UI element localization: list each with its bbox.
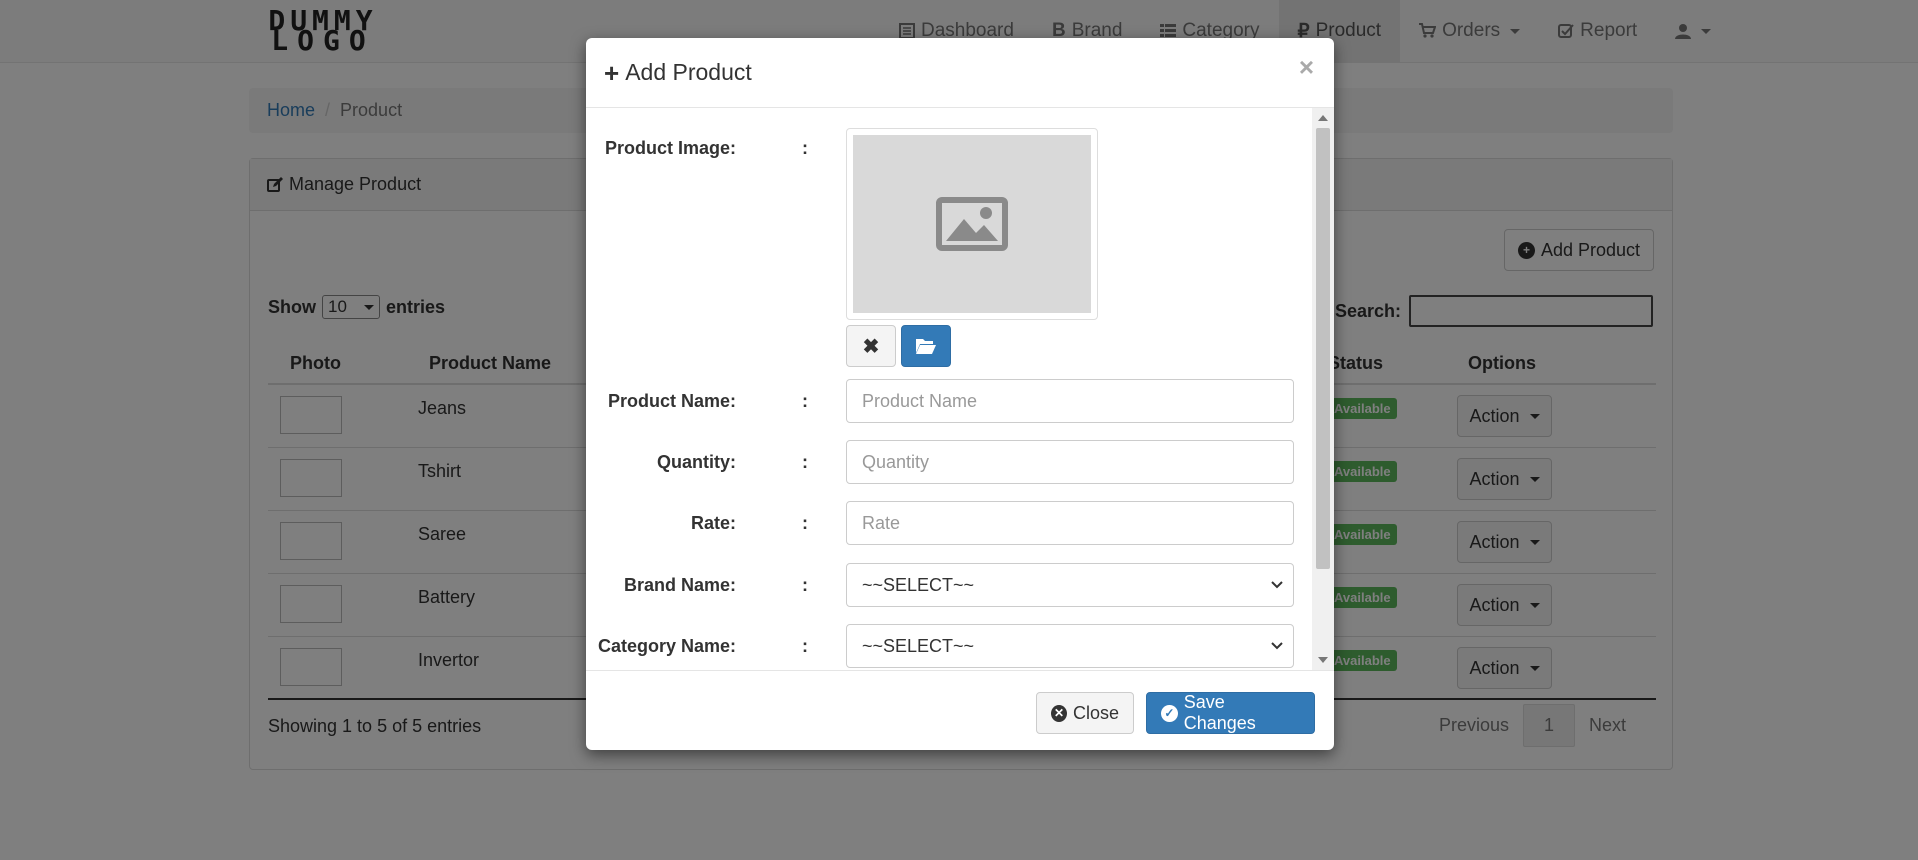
modal-footer: ✕ Close ✓ Save Changes	[586, 670, 1334, 750]
close-button[interactable]: ✕ Close	[1036, 692, 1134, 734]
category-select[interactable]: ~~SELECT~~	[846, 624, 1294, 668]
product-name-label: Product Name:	[607, 391, 736, 411]
product-name-placeholder: Product Name	[862, 390, 978, 411]
add-product-modal: + Add Product × Product Image: : ✖ Produ…	[586, 38, 1334, 750]
modal-title: Add Product	[625, 59, 752, 85]
close-icon: ✖	[862, 335, 880, 358]
plus-icon: +	[604, 57, 620, 88]
product-image-label: Product Image:	[604, 138, 736, 158]
quantity-placeholder: Quantity	[862, 451, 930, 472]
remove-circle-icon: ✕	[1051, 704, 1067, 722]
colon: :	[802, 138, 808, 158]
ok-circle-icon: ✓	[1161, 704, 1178, 722]
remove-image-button[interactable]: ✖	[846, 325, 896, 367]
image-preview	[846, 128, 1098, 320]
scroll-up-icon[interactable]	[1318, 115, 1328, 121]
image-placeholder	[853, 135, 1091, 313]
modal-scrollbar[interactable]	[1312, 108, 1334, 670]
chevron-down-icon	[1271, 581, 1283, 589]
modal-header: + Add Product	[586, 38, 1334, 108]
modal-body: Product Image: : ✖ Product Name: : Produ…	[586, 108, 1334, 670]
save-changes-button[interactable]: ✓ Save Changes	[1146, 692, 1315, 734]
close-button-label: Close	[1072, 702, 1119, 723]
browse-image-button[interactable]	[901, 325, 951, 367]
quantity-label: Quantity:	[657, 452, 736, 472]
category-select-value: ~~SELECT~~	[862, 635, 975, 656]
rate-input[interactable]: Rate	[846, 501, 1294, 545]
colon: :	[802, 513, 808, 533]
brand-name-label: Brand Name:	[623, 575, 736, 595]
save-button-label: Save Changes	[1183, 692, 1256, 733]
colon: :	[802, 575, 808, 595]
close-icon[interactable]: ×	[1299, 52, 1314, 83]
quantity-input[interactable]: Quantity	[846, 440, 1294, 484]
category-name-label: Category Name:	[597, 636, 736, 656]
folder-open-icon	[916, 339, 936, 354]
rate-label: Rate:	[690, 513, 736, 533]
colon: :	[802, 391, 808, 411]
colon: :	[802, 636, 808, 656]
rate-placeholder: Rate	[862, 512, 901, 533]
scroll-down-icon[interactable]	[1318, 657, 1328, 663]
image-icon	[936, 197, 1008, 251]
product-name-input[interactable]: Product Name	[846, 379, 1294, 423]
brand-select[interactable]: ~~SELECT~~	[846, 563, 1294, 607]
chevron-down-icon	[1271, 642, 1283, 650]
brand-select-value: ~~SELECT~~	[862, 574, 975, 595]
scrollbar-thumb[interactable]	[1316, 128, 1330, 569]
colon: :	[802, 452, 808, 472]
